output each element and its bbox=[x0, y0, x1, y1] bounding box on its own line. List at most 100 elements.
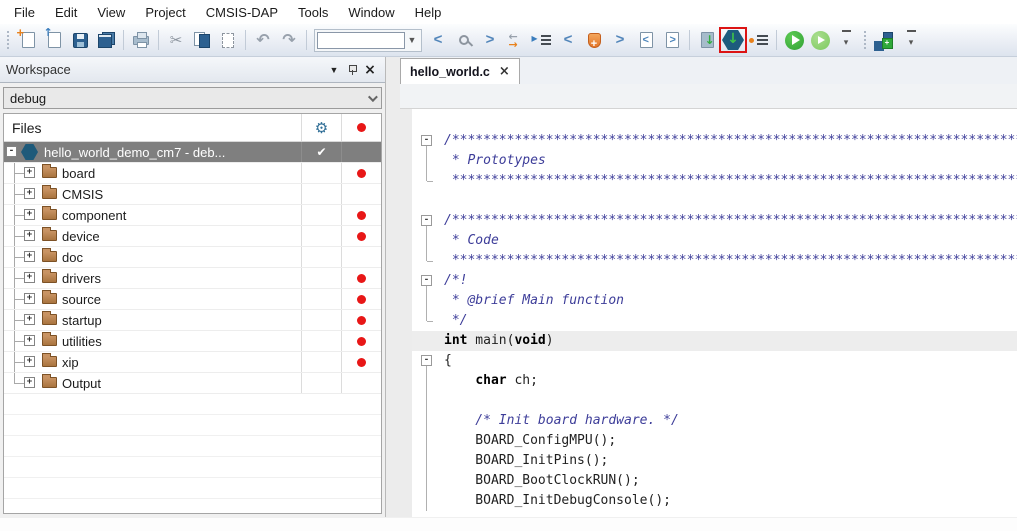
code-line bbox=[400, 391, 1017, 411]
collapse-icon[interactable]: - bbox=[6, 146, 17, 157]
find-previous-icon[interactable] bbox=[425, 27, 451, 54]
find-icon[interactable] bbox=[451, 27, 477, 54]
menu-file[interactable]: File bbox=[4, 2, 45, 23]
next-file-icon[interactable] bbox=[659, 27, 685, 54]
next-bookmark-icon[interactable] bbox=[607, 27, 633, 54]
expand-icon[interactable]: + bbox=[24, 293, 35, 304]
tree-item-device[interactable]: +device bbox=[4, 226, 381, 247]
tree-item-output[interactable]: +Output bbox=[4, 373, 381, 394]
expand-icon[interactable]: + bbox=[24, 167, 35, 178]
print-icon[interactable] bbox=[128, 27, 154, 54]
expand-icon[interactable]: + bbox=[24, 356, 35, 367]
code-segment-plain: BOARD_ConfigMPU(); bbox=[444, 433, 616, 448]
toolbar-overflow2-icon[interactable] bbox=[898, 27, 924, 54]
fold-collapse-icon[interactable]: - bbox=[421, 275, 432, 286]
code-text: BOARD_InitPins(); bbox=[444, 451, 1017, 471]
fold-collapse-icon[interactable]: - bbox=[421, 355, 432, 366]
tab-hello-world-c[interactable]: hello_world.c × bbox=[400, 58, 520, 84]
code-text: char ch; bbox=[444, 371, 1017, 391]
panel-menu-button[interactable]: ▼ bbox=[325, 61, 343, 79]
tab-close-icon[interactable]: × bbox=[499, 65, 510, 78]
expand-icon[interactable]: + bbox=[24, 209, 35, 220]
undo-icon[interactable] bbox=[250, 27, 276, 54]
menu-view[interactable]: View bbox=[87, 2, 135, 23]
tree-item-name: +source bbox=[4, 289, 301, 309]
code-line: -/*! bbox=[400, 271, 1017, 291]
tree-item-doc[interactable]: +doc bbox=[4, 247, 381, 268]
expand-icon[interactable]: + bbox=[24, 314, 35, 325]
build-log-icon[interactable] bbox=[746, 27, 772, 54]
expand-icon[interactable]: + bbox=[24, 335, 35, 346]
tree-item-component[interactable]: +component bbox=[4, 205, 381, 226]
menu-tools[interactable]: Tools bbox=[288, 2, 338, 23]
code-editor[interactable]: - /**************************************… bbox=[400, 108, 1017, 517]
code-text: /***************************************… bbox=[444, 211, 1017, 231]
download-flash-icon bbox=[722, 30, 744, 50]
paste-icon[interactable] bbox=[215, 27, 241, 54]
download-file-icon[interactable] bbox=[694, 27, 720, 54]
menu-project[interactable]: Project bbox=[135, 2, 195, 23]
find-next-icon[interactable] bbox=[477, 27, 503, 54]
download-flash-icon[interactable] bbox=[720, 27, 746, 54]
tree-item-drivers[interactable]: +drivers bbox=[4, 268, 381, 289]
expand-icon[interactable]: + bbox=[24, 377, 35, 388]
previous-file-icon[interactable] bbox=[633, 27, 659, 54]
redo-icon[interactable] bbox=[276, 27, 302, 54]
panel-close-button[interactable]: × bbox=[361, 61, 379, 79]
chevron-down-icon[interactable]: ▼ bbox=[405, 35, 419, 45]
code-line: BOARD_InitDebugConsole(); bbox=[400, 491, 1017, 511]
menu-cmsis-dap[interactable]: CMSIS-DAP bbox=[196, 2, 288, 23]
editor-panel: hello_world.c × - /**********************… bbox=[400, 57, 1017, 517]
save-icon[interactable] bbox=[67, 27, 93, 54]
menu-help[interactable]: Help bbox=[405, 2, 452, 23]
fold-collapse-icon[interactable]: - bbox=[421, 135, 432, 146]
build-icon[interactable] bbox=[872, 27, 898, 54]
save-all-icon[interactable] bbox=[93, 27, 119, 54]
fold-line bbox=[426, 451, 427, 471]
dot-cell bbox=[341, 163, 381, 183]
bottom-strip bbox=[0, 517, 1017, 531]
fold-line bbox=[426, 491, 427, 511]
menu-window[interactable]: Window bbox=[338, 2, 404, 23]
build-configuration-select[interactable]: debug bbox=[3, 87, 382, 109]
expand-icon[interactable]: + bbox=[24, 272, 35, 283]
check-cell bbox=[301, 310, 341, 330]
tree-item-cmsis[interactable]: +CMSIS bbox=[4, 184, 381, 205]
bookmark-list-icon[interactable] bbox=[529, 27, 555, 54]
modified-dot-icon bbox=[357, 232, 366, 241]
tree-item-utilities[interactable]: +utilities bbox=[4, 331, 381, 352]
find-combobox[interactable]: ▼ bbox=[314, 29, 422, 52]
menu-edit[interactable]: Edit bbox=[45, 2, 87, 23]
files-header-label: Files bbox=[4, 114, 301, 141]
run-no-debug-icon[interactable] bbox=[807, 27, 833, 54]
cut-icon[interactable] bbox=[163, 27, 189, 54]
tree-item-board[interactable]: +board bbox=[4, 163, 381, 184]
find-input[interactable] bbox=[317, 32, 405, 49]
tree-item-name: +utilities bbox=[4, 331, 301, 351]
previous-bookmark-icon[interactable] bbox=[555, 27, 581, 54]
fold-line bbox=[426, 311, 427, 321]
open-file-icon[interactable] bbox=[41, 27, 67, 54]
copy-icon bbox=[194, 32, 210, 48]
expand-icon[interactable]: + bbox=[24, 251, 35, 262]
toggle-bookmark-icon[interactable] bbox=[581, 27, 607, 54]
navigate-back-forward-icon[interactable] bbox=[503, 27, 529, 54]
expand-icon[interactable]: + bbox=[24, 188, 35, 199]
tree-item-source[interactable]: +source bbox=[4, 289, 381, 310]
gear-icon[interactable]: ⚙ bbox=[315, 119, 328, 137]
project-row[interactable]: - hello_world_demo_cm7 - deb... ✔ bbox=[4, 142, 381, 163]
code-segment-plain: BOARD_InitPins(); bbox=[444, 453, 608, 468]
code-line: -/**************************************… bbox=[400, 131, 1017, 151]
fold-collapse-icon[interactable]: - bbox=[421, 215, 432, 226]
copy-icon[interactable] bbox=[189, 27, 215, 54]
toolbar-overflow-icon[interactable] bbox=[833, 27, 859, 54]
panel-pin-button[interactable] bbox=[343, 61, 361, 79]
tree-item-startup[interactable]: +startup bbox=[4, 310, 381, 331]
panel-splitter[interactable] bbox=[386, 57, 400, 517]
new-file-icon[interactable] bbox=[15, 27, 41, 54]
run-icon[interactable] bbox=[781, 27, 807, 54]
fold-margin bbox=[400, 171, 444, 191]
tree-item-xip[interactable]: +xip bbox=[4, 352, 381, 373]
previous-file-icon bbox=[640, 32, 653, 48]
expand-icon[interactable]: + bbox=[24, 230, 35, 241]
